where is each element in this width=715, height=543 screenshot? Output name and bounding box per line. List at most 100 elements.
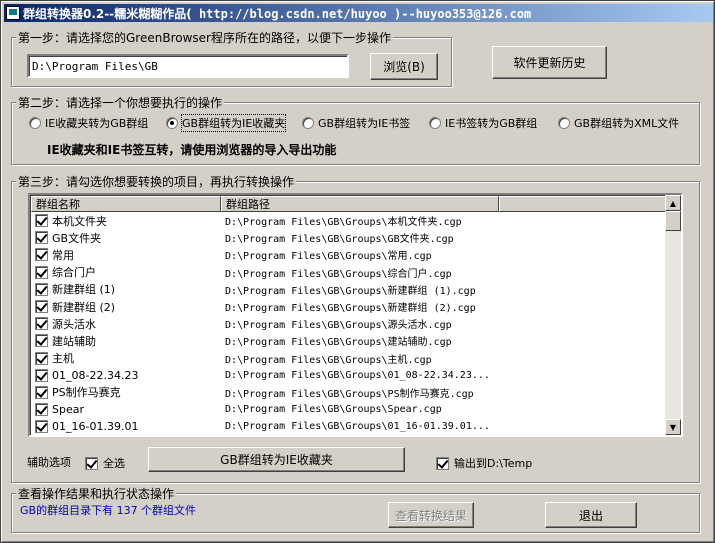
row-name-cell: 常用: [31, 247, 221, 263]
row-checkbox[interactable]: [35, 248, 48, 262]
row-checkbox[interactable]: [35, 300, 48, 314]
row-checkbox[interactable]: [35, 214, 48, 228]
row-checkbox[interactable]: [35, 368, 48, 382]
row-checkbox[interactable]: [35, 231, 48, 245]
exit-button[interactable]: 退出: [545, 502, 637, 528]
step2-legend: 第二步：请选择一个你想要执行的操作: [16, 94, 225, 111]
list-header: 群组名称 群组路径: [31, 196, 667, 212]
list-rows: 本机文件夹 D:\Program Files\GB\Groups\本机文件夹.cg…: [31, 212, 667, 435]
step2-note: IE收藏夹和IE书签互转，请使用浏览器的导入导出功能: [47, 143, 337, 157]
vertical-scrollbar[interactable]: ▲ ▼: [665, 195, 681, 435]
scroll-thumb[interactable]: [665, 211, 681, 231]
row-name: 新建群组 (1): [52, 283, 116, 297]
table-row[interactable]: GB文件夹 D:\Program Files\GB\Groups\GB文件夹.cg…: [31, 229, 667, 246]
table-row[interactable]: 建站辅助 D:\Program Files\GB\Groups\建站辅助.cgp: [31, 332, 667, 349]
row-name: 本机文件夹: [52, 214, 107, 228]
radio-button[interactable]: [166, 117, 178, 129]
scroll-down-icon[interactable]: ▼: [665, 419, 681, 435]
table-row[interactable]: 常用 D:\Program Files\GB\Groups\常用.cgp: [31, 246, 667, 263]
row-checkbox[interactable]: [35, 265, 48, 279]
row-name-cell: 主机: [31, 350, 221, 366]
convert-button[interactable]: GB群组转为IE收藏夹: [148, 447, 405, 472]
table-row[interactable]: 01_16-01.39.01 D:\Program Files\GB\Groups…: [31, 418, 667, 435]
row-path: D:\Program Files\GB\Groups\主机.cgp: [225, 354, 432, 366]
output-label: 输出到D:\Temp: [454, 457, 533, 470]
row-name: 01_16-01.39.01: [52, 420, 139, 434]
path-input[interactable]: [27, 54, 349, 78]
status-message: GB的群组目录下有 137 个群组文件: [20, 504, 197, 517]
row-path: D:\Program Files\GB\Groups\源头活水.cgp: [225, 320, 452, 332]
row-name-cell: Spear: [31, 403, 221, 417]
row-name: PS制作马赛克: [52, 386, 121, 400]
step1-legend: 第一步：请选择您的GreenBrowser程序所在的路径，以便下一步操作: [16, 29, 393, 46]
row-path: D:\Program Files\GB\Groups\Spear.cgp: [225, 404, 442, 416]
row-name: 主机: [52, 352, 74, 366]
option-gb-to-ie-fav[interactable]: GB群组转为IE收藏夹: [166, 114, 287, 132]
table-row[interactable]: 综合门户 D:\Program Files\GB\Groups\综合门户.cgp: [31, 264, 667, 281]
row-path: D:\Program Files\GB\Groups\PS制作马赛克.cgp: [225, 388, 474, 400]
option-gb-to-xml[interactable]: GB群组转为XML文件: [558, 115, 679, 131]
row-checkbox[interactable]: [35, 385, 48, 399]
radio-button[interactable]: [302, 117, 314, 129]
table-row[interactable]: 源头活水 D:\Program Files\GB\Groups\源头活水.cgp: [31, 315, 667, 332]
row-path: D:\Program Files\GB\Groups\综合门户.cgp: [225, 268, 452, 280]
column-header-blank: [499, 196, 667, 212]
row-checkbox[interactable]: [35, 403, 48, 417]
row-name-cell: 本机文件夹: [31, 213, 221, 229]
option-ie-bookmark-to-gb[interactable]: IE书签转为GB群组: [429, 115, 537, 131]
row-path: D:\Program Files\GB\Groups\01_16-01.39.0…: [225, 421, 490, 433]
table-row[interactable]: Spear D:\Program Files\GB\Groups\Spear.cg…: [31, 401, 667, 418]
row-name-cell: 新建群组 (2): [31, 299, 221, 315]
table-row[interactable]: 01_08-22.34.23 D:\Program Files\GB\Groups…: [31, 367, 667, 384]
row-name-cell: 源头活水: [31, 316, 221, 332]
row-path: D:\Program Files\GB\Groups\常用.cgp: [225, 251, 432, 263]
option-gb-to-ie-bookmark[interactable]: GB群组转为IE书签: [302, 115, 410, 131]
radio-button[interactable]: [429, 117, 441, 129]
row-name-cell: PS制作马赛克: [31, 384, 221, 400]
scroll-up-icon[interactable]: ▲: [665, 195, 681, 211]
row-name: 新建群组 (2): [52, 300, 116, 314]
select-all-label: 全选: [103, 457, 125, 470]
table-row[interactable]: 主机 D:\Program Files\GB\Groups\主机.cgp: [31, 350, 667, 367]
window-title: 群组转换器0.2--糯米糊糊作品( http://blog.csdn.net/h…: [23, 6, 532, 21]
radio-button[interactable]: [29, 117, 41, 129]
output-check[interactable]: [436, 456, 449, 470]
column-header-path[interactable]: 群组路径: [221, 196, 499, 212]
row-path: D:\Program Files\GB\Groups\新建群组 (2).cgp: [225, 303, 476, 315]
output-checkbox[interactable]: 输出到D:\Temp: [436, 455, 532, 471]
browse-button[interactable]: 浏览(B): [370, 53, 438, 80]
table-row[interactable]: 新建群组 (2) D:\Program Files\GB\Groups\新建群组 …: [31, 298, 667, 315]
row-name: 01_08-22.34.23: [52, 368, 139, 382]
view-result-button[interactable]: 查看转换结果: [388, 502, 474, 528]
select-all-check[interactable]: [85, 456, 98, 470]
option-label: IE书签转为GB群组: [445, 117, 538, 130]
option-label: GB群组转为XML文件: [574, 117, 680, 130]
update-history-button[interactable]: 软件更新历史: [492, 46, 607, 79]
row-name-cell: 建站辅助: [31, 333, 221, 349]
row-path: D:\Program Files\GB\Groups\01_08-22.34.2…: [225, 369, 490, 381]
option-label: GB群组转为IE书签: [318, 117, 411, 130]
row-name: GB文件夹: [52, 231, 102, 245]
row-path: D:\Program Files\GB\Groups\GB文件夹.cgp: [225, 234, 454, 246]
row-name: 常用: [52, 248, 74, 262]
row-path: D:\Program Files\GB\Groups\新建群组 (1).cgp: [225, 285, 476, 297]
radio-button[interactable]: [558, 117, 570, 129]
row-name-cell: 新建群组 (1): [31, 281, 221, 297]
row-name: Spear: [52, 403, 84, 417]
table-row[interactable]: PS制作马赛克 D:\Program Files\GB\Groups\PS制作马赛…: [31, 384, 667, 401]
row-checkbox[interactable]: [35, 420, 48, 434]
select-all-checkbox[interactable]: 全选: [85, 455, 125, 471]
option-label: GB群组转为IE收藏夹: [180, 114, 287, 132]
row-checkbox[interactable]: [35, 282, 48, 296]
app-window: 群组转换器0.2--糯米糊糊作品( http://blog.csdn.net/h…: [0, 0, 715, 543]
title-bar[interactable]: 群组转换器0.2--糯米糊糊作品( http://blog.csdn.net/h…: [4, 4, 713, 22]
option-ie-fav-to-gb[interactable]: IE收藏夹转为GB群组: [29, 115, 148, 131]
row-checkbox[interactable]: [35, 317, 48, 331]
table-row[interactable]: 新建群组 (1) D:\Program Files\GB\Groups\新建群组 …: [31, 281, 667, 298]
group-list[interactable]: 群组名称 群组路径 本机文件夹 D:\Program Files\GB\Group…: [28, 193, 683, 437]
row-checkbox[interactable]: [35, 351, 48, 365]
column-header-name[interactable]: 群组名称: [31, 196, 221, 212]
row-checkbox[interactable]: [35, 334, 48, 348]
row-name: 源头活水: [52, 317, 96, 331]
table-row[interactable]: 本机文件夹 D:\Program Files\GB\Groups\本机文件夹.cg…: [31, 212, 667, 229]
